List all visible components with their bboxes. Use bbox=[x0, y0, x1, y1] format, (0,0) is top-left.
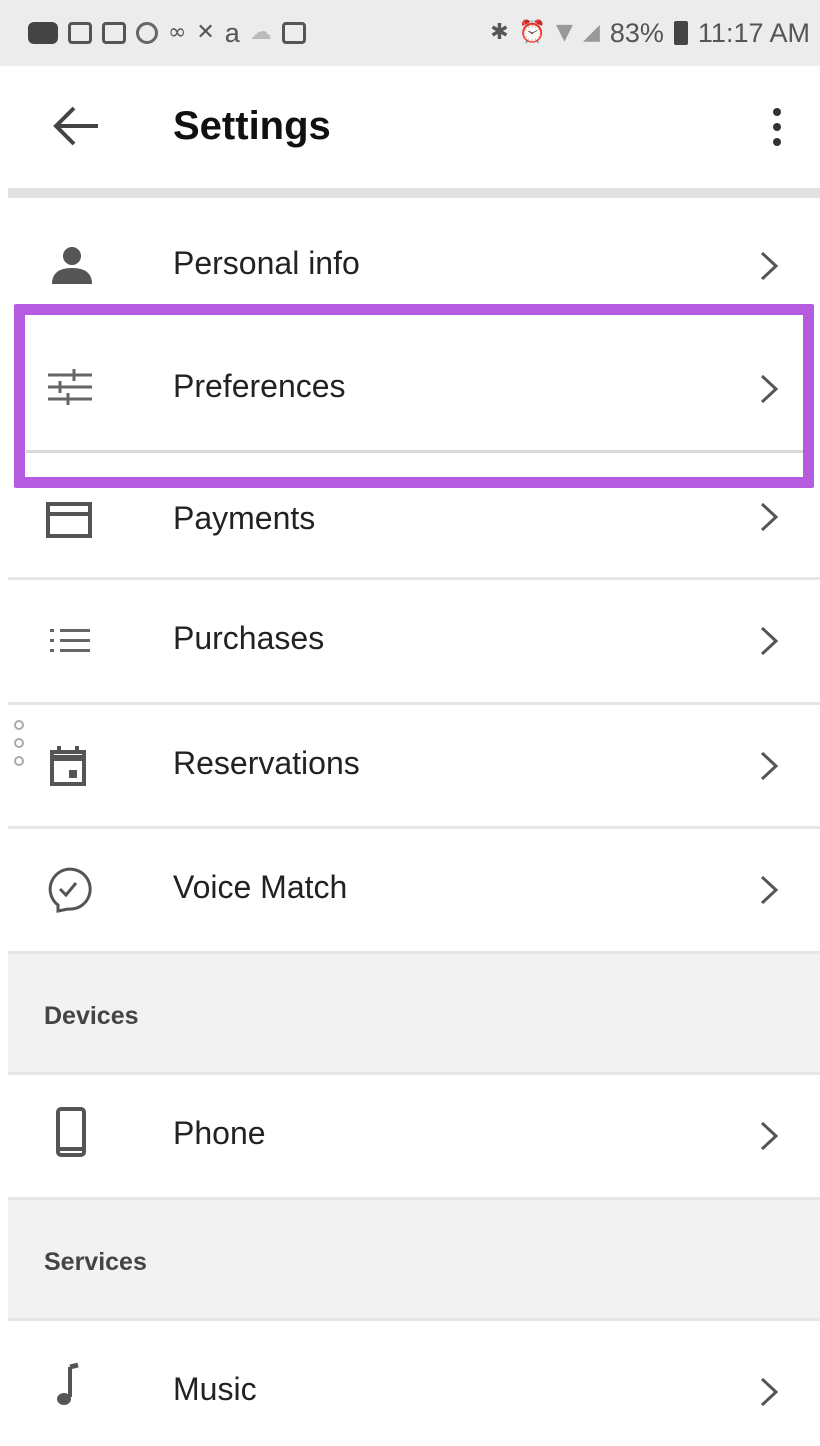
settings-row-voice-match[interactable]: Voice Match bbox=[8, 829, 820, 951]
status-bar: ∞ ✕ a ☁ ✱ ⏰ ▼ ◢ 83% 11:17 AM bbox=[0, 0, 820, 66]
page-title: Settings bbox=[173, 104, 331, 148]
message-icon bbox=[28, 22, 58, 44]
battery-percent: 83% bbox=[609, 17, 664, 48]
missed-call-icon: ✕ bbox=[196, 20, 215, 45]
app-bar: Settings bbox=[0, 66, 820, 188]
bluetooth-icon: ✱ bbox=[490, 20, 509, 45]
chevron-right-icon bbox=[754, 1119, 784, 1153]
calendar-icon bbox=[44, 746, 100, 786]
chevron-right-icon bbox=[754, 500, 784, 534]
settings-row-phone[interactable]: Phone bbox=[8, 1075, 820, 1197]
row-label: Voice Match bbox=[173, 869, 348, 905]
voice-match-icon bbox=[44, 865, 100, 913]
chevron-right-icon bbox=[754, 1375, 784, 1409]
amazon-icon: a bbox=[224, 17, 240, 48]
alarm-icon: ⏰ bbox=[518, 20, 547, 45]
messenger-icon bbox=[136, 22, 158, 44]
status-system-icons: ✱ ⏰ ▼ ◢ 83% 11:17 AM bbox=[490, 18, 810, 49]
settings-row-purchases[interactable]: Purchases bbox=[8, 580, 820, 702]
section-title: Services bbox=[44, 1248, 147, 1276]
image-icon bbox=[281, 22, 306, 44]
row-label: Music bbox=[173, 1371, 257, 1407]
section-title: Devices bbox=[44, 1002, 139, 1030]
row-label: Payments bbox=[173, 500, 316, 536]
credit-card-icon bbox=[44, 502, 100, 542]
music-note-icon bbox=[44, 1361, 100, 1409]
app-bar-divider bbox=[8, 188, 820, 198]
highlight-box bbox=[14, 304, 814, 488]
chevron-right-icon bbox=[754, 249, 784, 283]
chevron-right-icon bbox=[754, 624, 784, 658]
section-header-devices: Devices bbox=[8, 954, 820, 1072]
arrow-back-icon[interactable] bbox=[48, 96, 108, 156]
phone-icon bbox=[44, 1107, 100, 1163]
settings-row-music[interactable]: Music bbox=[8, 1321, 820, 1446]
settings-row-reservations[interactable]: Reservations bbox=[8, 705, 820, 827]
battery-icon bbox=[673, 21, 688, 45]
section-header-services: Services bbox=[8, 1200, 820, 1318]
chevron-right-icon bbox=[754, 873, 784, 907]
person-icon bbox=[44, 246, 100, 286]
status-time: 11:17 AM bbox=[697, 17, 810, 48]
row-label: Purchases bbox=[173, 620, 325, 656]
row-label: Phone bbox=[173, 1115, 266, 1151]
more-vert-icon[interactable] bbox=[762, 102, 792, 152]
gallery-icon bbox=[68, 22, 92, 44]
chevron-right-icon bbox=[754, 749, 784, 783]
row-label: Personal info bbox=[173, 245, 360, 281]
cloud-icon: ☁ bbox=[249, 20, 272, 45]
drag-handle-icon bbox=[14, 720, 28, 766]
settings-row-payments[interactable]: Payments bbox=[8, 488, 820, 574]
gallery-icon bbox=[102, 22, 126, 44]
status-notification-icons: ∞ ✕ a ☁ bbox=[28, 18, 306, 49]
list-icon bbox=[44, 621, 100, 661]
wifi-icon: ▼ bbox=[556, 20, 573, 45]
voicemail-icon: ∞ bbox=[168, 20, 187, 45]
signal-icon: ◢ bbox=[582, 20, 600, 45]
row-label: Reservations bbox=[173, 745, 360, 781]
